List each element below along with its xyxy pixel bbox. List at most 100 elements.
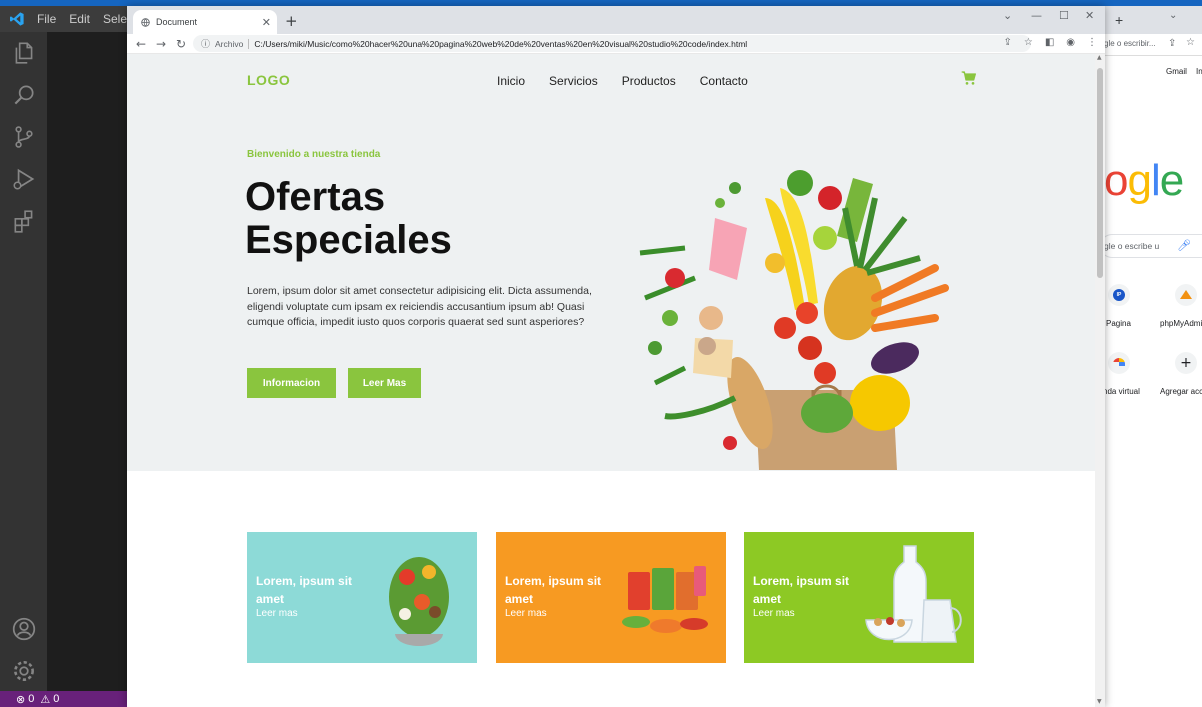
bookmark-star-icon[interactable]: ☆	[1024, 37, 1033, 48]
voice-search-icon[interactable]: 🎤︎	[1177, 239, 1191, 252]
vscode-window: File Edit Sele ⊗ 0 ⚠ 0	[0, 6, 127, 707]
close-tab-icon[interactable]: ✕	[262, 16, 271, 29]
minimize-icon[interactable]: —	[1031, 9, 1042, 22]
search-icon[interactable]	[11, 82, 37, 108]
share-icon[interactable]: ⇪	[1003, 37, 1011, 48]
shortcut-pagina-label[interactable]: Pagina	[1106, 319, 1131, 328]
groceries-illustration	[639, 170, 949, 470]
info-icon[interactable]: ⓘ	[201, 37, 210, 50]
background-address-text[interactable]: gle o escribir...	[1104, 39, 1156, 48]
menu-edit[interactable]: Edit	[69, 12, 90, 26]
shortcut-tienda-tile[interactable]	[1108, 352, 1130, 374]
nav-servicios[interactable]: Servicios	[549, 74, 598, 88]
nav-productos[interactable]: Productos	[622, 74, 676, 88]
phpmyadmin-icon	[1180, 290, 1192, 299]
error-count[interactable]: 0	[28, 693, 34, 705]
card-salad[interactable]: Lorem, ipsum sit amet Leer mas	[247, 532, 477, 663]
vscode-statusbar: ⊗ 0 ⚠ 0	[0, 691, 127, 707]
menu-kebab-icon[interactable]: ⋮	[1087, 37, 1097, 48]
address-bar[interactable]: ⓘ Archivo C:/Users/miki/Music/como%20hac…	[193, 35, 1031, 52]
error-icon[interactable]: ⊗	[16, 693, 25, 706]
shortcut-tienda-label[interactable]: nda virtual	[1103, 387, 1140, 396]
hero-headline: Ofertas Especiales	[245, 176, 452, 262]
card-dairy[interactable]: Lorem, ipsum sit amet Leer mas	[744, 532, 974, 663]
card-juices[interactable]: Lorem, ipsum sit amet Leer mas	[496, 532, 726, 663]
bookmark-star-icon[interactable]: ☆	[1186, 37, 1195, 48]
address-url[interactable]: C:/Users/miki/Music/como%20hacer%20una%2…	[254, 39, 747, 49]
images-link[interactable]: In	[1196, 67, 1202, 76]
globe-icon	[141, 17, 150, 27]
run-debug-icon[interactable]	[11, 166, 37, 192]
close-window-icon[interactable]: ✕	[1085, 9, 1094, 22]
menu-selection[interactable]: Sele	[103, 12, 127, 26]
menu-file[interactable]: File	[37, 12, 56, 26]
gmail-link[interactable]: Gmail	[1166, 67, 1187, 76]
background-tabbar: + ⌄	[1100, 6, 1202, 34]
source-control-icon[interactable]	[11, 124, 37, 150]
activity-bar	[0, 32, 47, 691]
warning-icon[interactable]: ⚠	[40, 693, 50, 706]
shopping-cart-icon[interactable]	[961, 70, 977, 86]
browser-toolbar: ← → ↻ ⓘ Archivo C:/Users/miki/Music/como…	[127, 34, 1105, 54]
google-search-placeholder: gle o escribe u	[1104, 241, 1160, 251]
back-arrow-icon[interactable]: ←	[135, 37, 147, 51]
settings-gear-icon[interactable]	[11, 658, 37, 684]
ip-icon: IP	[1113, 289, 1125, 301]
shortcut-pagina-tile[interactable]: IP	[1108, 284, 1130, 306]
card-link[interactable]: Leer mas	[505, 608, 547, 619]
add-shortcut-icon[interactable]: +	[1175, 352, 1197, 374]
card-link[interactable]: Leer mas	[256, 608, 298, 619]
scroll-down-arrow-icon[interactable]: ▼	[1097, 698, 1102, 705]
background-browser-window: + ⌄ gle o escribir... ⇪ ☆ Gmail In ogle …	[1100, 6, 1202, 707]
page-viewport: LOGO Inicio Servicios Productos Contacto…	[127, 54, 1095, 707]
site-navbar: LOGO Inicio Servicios Productos Contacto	[247, 68, 977, 92]
profile-icon[interactable]: ◉	[1066, 37, 1075, 48]
extensions-icon[interactable]	[11, 208, 37, 234]
headline-line-2: Especiales	[245, 218, 452, 262]
vscode-titlebar: File Edit Sele	[0, 6, 127, 32]
hero-section: LOGO Inicio Servicios Productos Contacto…	[127, 54, 1095, 471]
featured-cards: Lorem, ipsum sit amet Leer mas Lorem, ip…	[247, 532, 975, 663]
leer-mas-button[interactable]: Leer Mas	[348, 368, 421, 398]
shortcut-phpmyadmin-tile[interactable]	[1175, 284, 1197, 306]
tab-document[interactable]: Document ✕	[133, 10, 277, 34]
shortcut-add-label[interactable]: Agregar acc	[1160, 387, 1202, 396]
new-tab-icon[interactable]: +	[1115, 12, 1123, 28]
google-search-box[interactable]: gle o escribe u 🎤︎	[1100, 234, 1202, 258]
share-icon[interactable]: ⇪	[1168, 38, 1176, 49]
maximize-icon[interactable]: ☐	[1059, 9, 1069, 22]
explorer-icon[interactable]	[11, 40, 37, 66]
welcome-text: Bienvenido a nuestra tienda	[247, 149, 381, 160]
card-link[interactable]: Leer mas	[753, 608, 795, 619]
browser-window: Document ✕ + ⌄ — ☐ ✕ ← → ↻ ⓘ Archivo C:/…	[127, 6, 1105, 707]
forward-arrow-icon[interactable]: →	[155, 37, 167, 51]
background-address-bar[interactable]: gle o escribir... ⇪ ☆	[1100, 34, 1202, 56]
card-title: Lorem, ipsum sit amet	[256, 574, 353, 606]
headline-line-1: Ofertas	[245, 175, 386, 219]
informacion-button[interactable]: Informacion	[247, 368, 336, 398]
shortcut-phpmyadmin-label[interactable]: phpMyAdmi	[1160, 319, 1202, 328]
card-title: Lorem, ipsum sit amet	[505, 574, 602, 606]
warning-count[interactable]: 0	[53, 693, 59, 705]
nav-contacto[interactable]: Contacto	[700, 74, 748, 88]
card-title: Lorem, ipsum sit amet	[753, 574, 850, 606]
nav-links: Inicio Servicios Productos Contacto	[497, 74, 748, 88]
tab-search-chevron-icon[interactable]: ⌄	[1003, 9, 1012, 22]
hero-description: Lorem, ipsum dolor sit amet consectetur …	[247, 285, 592, 328]
milk-products-image	[865, 545, 962, 643]
salad-bowl-image	[389, 557, 449, 646]
vscode-logo-icon	[9, 12, 24, 26]
new-tab-icon[interactable]: +	[285, 12, 298, 30]
tab-list-chevron-icon[interactable]: ⌄	[1169, 10, 1177, 21]
reload-icon[interactable]: ↻	[175, 37, 187, 51]
page-scrollbar[interactable]: ▲ ▼	[1095, 54, 1105, 707]
vscode-sidebar	[47, 32, 127, 691]
scroll-thumb[interactable]	[1097, 68, 1103, 278]
side-panel-icon[interactable]: ◧	[1045, 37, 1054, 48]
rainbow-icon	[1113, 358, 1125, 366]
account-icon[interactable]	[11, 616, 37, 642]
scroll-up-arrow-icon[interactable]: ▲	[1097, 54, 1102, 61]
browser-tabbar: Document ✕ + ⌄ — ☐ ✕	[127, 6, 1105, 34]
nav-inicio[interactable]: Inicio	[497, 74, 525, 88]
site-logo[interactable]: LOGO	[247, 72, 290, 88]
